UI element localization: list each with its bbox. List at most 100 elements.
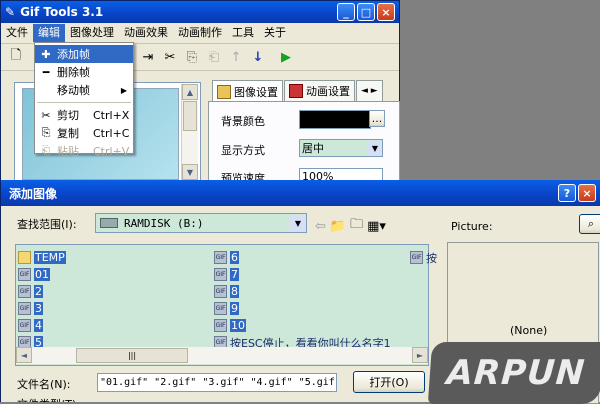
menu-copy[interactable]: ⎘ 复制 Ctrl+C <box>35 124 133 142</box>
menu-cut-shortcut: Ctrl+X <box>93 108 130 122</box>
menu-move-frame[interactable]: 移动帧 ▶ <box>35 81 133 99</box>
menu-cut[interactable]: ✂ 剪切 Ctrl+X <box>35 106 133 124</box>
folder-icon <box>18 251 31 264</box>
file-name: TEMP <box>34 251 66 264</box>
add-frame-icon: ✚ <box>41 47 51 61</box>
preview-empty-text: (None) <box>510 324 548 337</box>
main-title-bar[interactable]: ✎ Gif Tools 3.1 _ □ × <box>1 1 399 23</box>
new-folder-icon[interactable]: 🗀 <box>350 215 363 237</box>
file-item[interactable]: GIF 10 <box>214 317 246 334</box>
gif-file-icon: GIF <box>18 302 31 315</box>
file-name: 6 <box>230 251 239 264</box>
chevron-down-icon[interactable]: ▼ <box>290 215 306 231</box>
file-item[interactable]: GIF 4 <box>18 317 43 334</box>
menu-add-frame[interactable]: ✚ 添加帧 <box>35 45 133 63</box>
menu-file[interactable]: 文件 <box>1 24 33 42</box>
look-in-select[interactable]: RAMDISK (B:) ▼ <box>95 213 307 233</box>
file-name: 2 <box>34 285 43 298</box>
scroll-right-icon[interactable]: ► <box>412 347 428 363</box>
paint-icon <box>217 85 231 99</box>
file-item[interactable]: GIF 2 <box>18 283 43 300</box>
file-item[interactable]: GIF 3 <box>18 300 43 317</box>
play-icon[interactable]: ▶ <box>275 46 297 68</box>
menu-paste[interactable]: ⎗ 粘贴 Ctrl+V <box>35 142 133 160</box>
menu-separator <box>37 102 131 103</box>
menu-move-frame-label: 移动帧 <box>57 84 90 97</box>
scroll-down-icon[interactable]: ▼ <box>182 164 198 180</box>
bg-color-label: 背景颜色 <box>221 115 265 128</box>
scroll-up-icon[interactable]: ▲ <box>182 84 198 100</box>
arrow-icon[interactable]: ⇥ <box>137 46 159 68</box>
dialog-close-button[interactable]: × <box>578 184 596 202</box>
file-item[interactable]: TEMP <box>18 249 66 266</box>
app-icon: ✎ <box>5 5 16 19</box>
dialog-nav-toolbar: ⇦ 📁 🗀 ▦▾ <box>315 215 386 237</box>
menu-tools[interactable]: 工具 <box>227 24 259 42</box>
gif-file-icon: GIF <box>214 285 227 298</box>
gif-file-icon: GIF <box>18 319 31 332</box>
file-item[interactable]: GIF 7 <box>214 266 239 283</box>
tab-animation-settings[interactable]: 动画设置 <box>284 80 355 101</box>
preview-button[interactable]: ⌕ <box>579 214 600 234</box>
up-folder-icon[interactable]: 📁 <box>330 219 346 234</box>
tab-image-settings-label: 图像设置 <box>234 86 278 99</box>
back-icon[interactable]: ⇦ <box>315 219 326 234</box>
menu-about[interactable]: 关于 <box>259 24 291 42</box>
maximize-button[interactable]: □ <box>357 3 375 21</box>
paste-icon: ⎗ <box>41 144 51 157</box>
menu-copy-label: 复制 <box>57 127 79 140</box>
watermark-text: ARPUN <box>445 353 587 393</box>
file-item[interactable]: GIF 9 <box>214 300 239 317</box>
new-file-icon[interactable]: 🗋 <box>5 46 27 68</box>
file-item[interactable]: GIF 6 <box>214 249 239 266</box>
file-item[interactable]: GIF 01 <box>18 266 50 283</box>
tab-scroll[interactable]: ◄ ► <box>356 80 383 101</box>
paste-icon[interactable]: ⎗ <box>203 46 225 68</box>
file-name: 7 <box>230 268 239 281</box>
hscroll-thumb[interactable]: ||| <box>76 348 188 363</box>
menu-image[interactable]: 图像处理 <box>65 24 119 42</box>
scroll-left-icon[interactable]: ◄ <box>16 347 32 363</box>
minimize-button[interactable]: _ <box>337 3 355 21</box>
menu-cut-label: 剪切 <box>57 109 79 122</box>
menu-paste-shortcut: Ctrl+V <box>93 144 130 158</box>
file-list-hscroll[interactable]: ◄ ||| ► <box>16 347 428 364</box>
bg-color-swatch[interactable] <box>299 110 371 129</box>
filename-input[interactable]: "01.gif" "2.gif" "3.gif" "4.gif" "5.gif <box>97 373 337 392</box>
tab-image-settings[interactable]: 图像设置 <box>212 80 283 103</box>
menu-animation[interactable]: 动画制作 <box>173 24 227 42</box>
chevron-down-icon[interactable]: ▼ <box>368 141 382 155</box>
move-up-icon[interactable]: ↑ <box>225 46 247 68</box>
scissors-icon[interactable]: ✂ <box>159 46 181 68</box>
bg-color-more-button[interactable]: ... <box>369 110 385 127</box>
dialog-title: 添加图像 <box>9 186 58 201</box>
move-down-icon[interactable]: ↓ <box>247 46 269 68</box>
file-name: 8 <box>230 285 239 298</box>
copy-icon[interactable]: ⎘ <box>181 46 203 68</box>
view-menu-icon[interactable]: ▦▾ <box>367 219 386 234</box>
file-name: 01 <box>34 268 50 281</box>
file-item[interactable]: GIF 按 <box>410 249 437 266</box>
file-item[interactable]: GIF 8 <box>214 283 239 300</box>
file-name: 9 <box>230 302 239 315</box>
gif-file-icon: GIF <box>214 302 227 315</box>
canvas-scrollbar[interactable]: ▲ ▼ <box>181 84 198 180</box>
gif-file-icon: GIF <box>214 268 227 281</box>
gif-file-icon: GIF <box>214 319 227 332</box>
dialog-title-bar[interactable]: 添加图像 ? × <box>1 180 600 206</box>
gif-file-icon: GIF <box>410 251 423 264</box>
menu-effects[interactable]: 动画效果 <box>119 24 173 42</box>
scroll-thumb[interactable] <box>183 101 197 131</box>
close-button[interactable]: × <box>377 3 395 21</box>
look-in-label: 查找范围(I): <box>17 218 77 231</box>
submenu-arrow-icon: ▶ <box>120 85 127 95</box>
open-button[interactable]: 打开(O) <box>353 371 425 393</box>
file-name: 按 <box>426 251 437 265</box>
menu-edit[interactable]: 编辑 <box>33 24 65 42</box>
menu-delete-frame[interactable]: ━ 删除帧 <box>35 63 133 81</box>
help-button[interactable]: ? <box>558 184 576 202</box>
gif-file-icon: GIF <box>214 251 227 264</box>
menu-add-frame-label: 添加帧 <box>57 48 90 61</box>
display-mode-select[interactable]: 居中 ▼ <box>299 139 383 157</box>
tab-animation-settings-label: 动画设置 <box>306 85 350 98</box>
